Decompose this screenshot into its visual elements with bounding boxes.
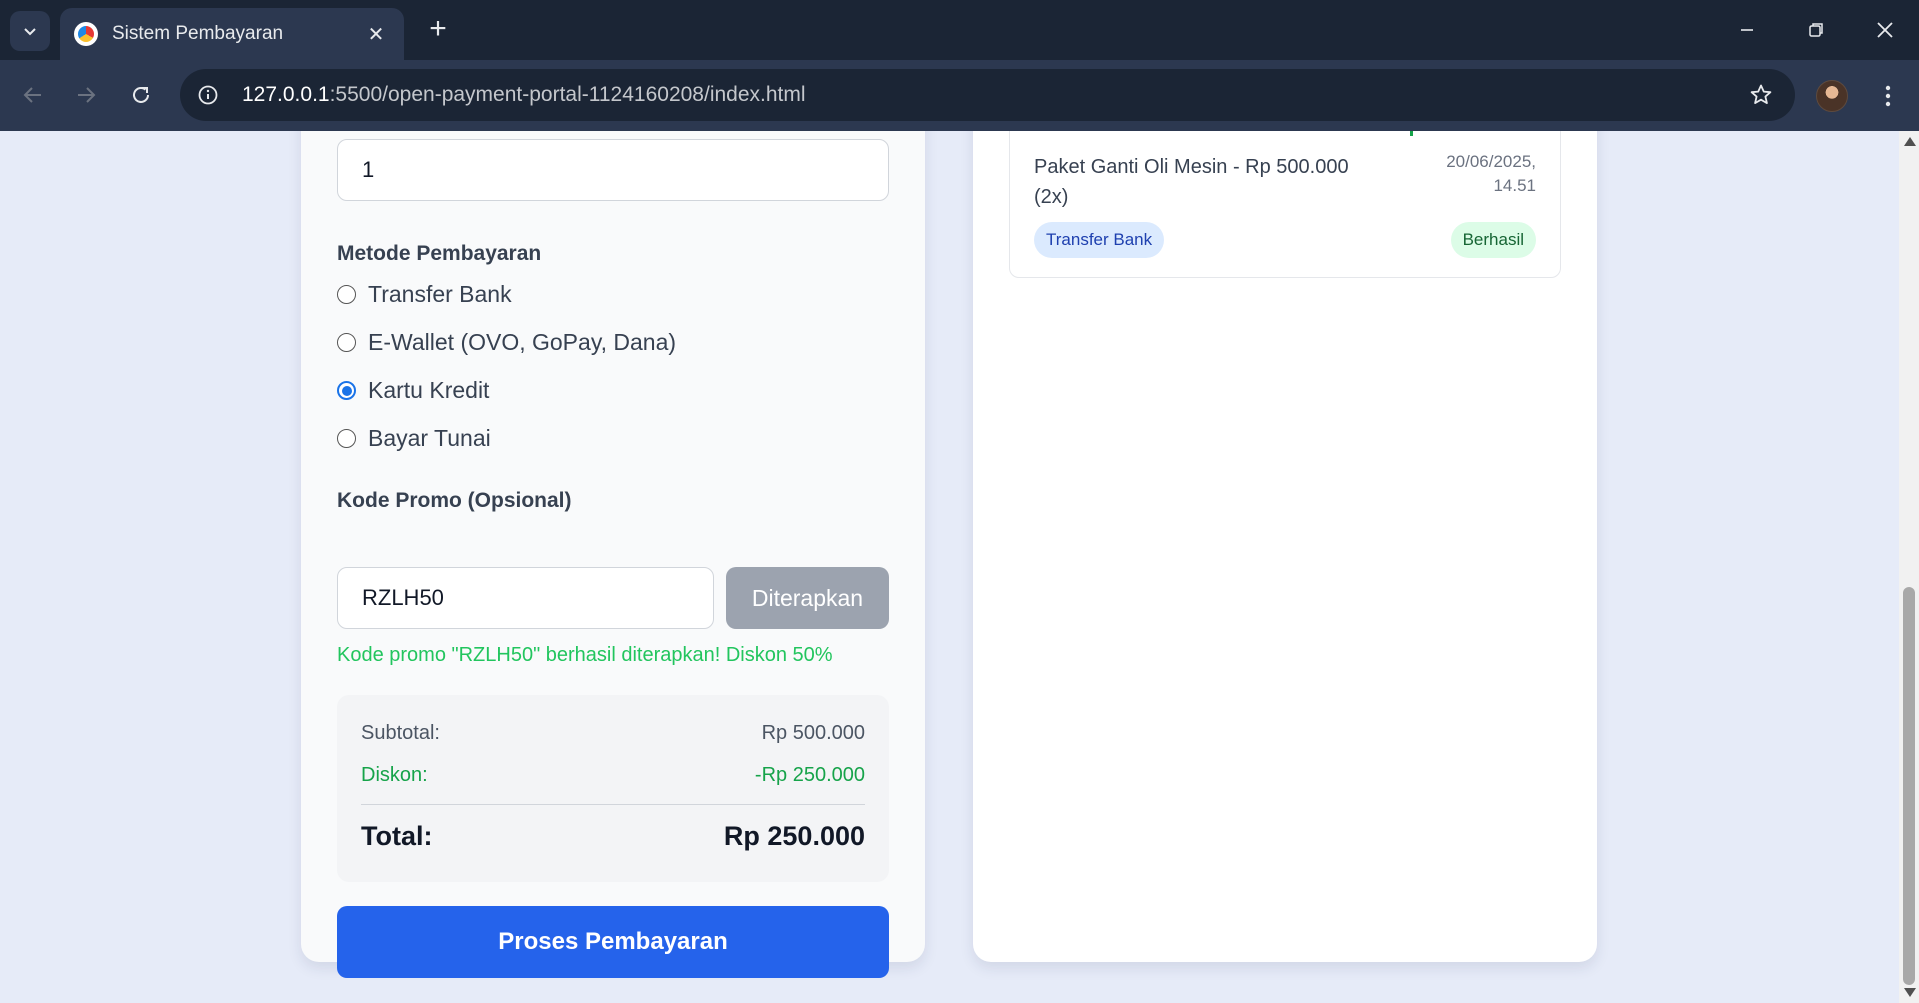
browser-tab[interactable]: Sistem Pembayaran ✕ xyxy=(60,8,404,60)
transaction-name: Paket Ganti Oli Mesin - Rp 500.000 (2x) xyxy=(1034,156,1349,208)
order-summary: Subtotal: Rp 500.000 Diskon: -Rp 250.000… xyxy=(337,695,889,882)
total-label: Total: xyxy=(361,821,433,851)
subtotal-row: Subtotal: Rp 500.000 xyxy=(361,722,865,745)
total-row: Total: Rp 250.000 xyxy=(361,821,865,852)
reload-icon xyxy=(133,86,149,103)
payment-option-ewallet[interactable]: E-Wallet (OVO, GoPay, Dana) xyxy=(337,329,676,356)
tab-search-button[interactable] xyxy=(10,11,50,51)
quantity-input[interactable]: 1 xyxy=(337,139,889,201)
payment-method-label: Metode Pembayaran xyxy=(337,242,542,265)
discount-label: Diskon: xyxy=(361,764,428,786)
minimize-button[interactable] xyxy=(1724,10,1770,50)
close-window-button[interactable] xyxy=(1862,10,1908,50)
tab-close-icon[interactable]: ✕ xyxy=(362,22,390,47)
promo-code-input[interactable]: RZLH50 xyxy=(337,567,714,629)
payment-method-badge: Transfer Bank xyxy=(1034,222,1165,258)
status-badge: Berhasil xyxy=(1450,222,1536,258)
browser-tab-bar: Sistem Pembayaran ✕ + xyxy=(0,0,1919,60)
process-payment-button[interactable]: Proses Pembayaran xyxy=(337,906,889,978)
payment-option-label: E-Wallet (OVO, GoPay, Dana) xyxy=(368,329,677,355)
payment-option-label: Kartu Kredit xyxy=(368,377,490,403)
restore-button[interactable] xyxy=(1793,10,1839,50)
favicon-icon xyxy=(74,22,98,46)
chevron-down-icon xyxy=(24,28,36,36)
scroll-up-arrow-icon[interactable] xyxy=(1904,137,1916,146)
restore-icon xyxy=(1809,23,1823,37)
browser-toolbar: 127.0.0.1:5500/open-payment-portal-11241… xyxy=(0,60,1919,131)
promo-code-label: Kode Promo (Opsional) xyxy=(337,489,572,512)
radio-button[interactable] xyxy=(337,285,356,304)
forward-button[interactable] xyxy=(66,75,106,115)
address-bar[interactable]: 127.0.0.1:5500/open-payment-portal-11241… xyxy=(180,69,1795,121)
scrollbar-thumb[interactable] xyxy=(1903,587,1915,985)
subtotal-label: Subtotal: xyxy=(361,722,440,744)
minimize-icon xyxy=(1741,29,1753,31)
page-scrollbar[interactable] xyxy=(1899,131,1919,1003)
back-button[interactable] xyxy=(13,75,53,115)
tab-title: Sistem Pembayaran xyxy=(112,23,284,44)
arrow-right-icon xyxy=(78,87,96,103)
payment-option-transfer-bank[interactable]: Transfer Bank xyxy=(337,281,512,308)
transaction-history-card: Paket Ganti Oli Mesin - Rp 500.000 (2x) … xyxy=(973,131,1597,962)
payment-form-card: 1 Metode Pembayaran Transfer Bank E-Wall… xyxy=(301,131,925,978)
transaction-date: 20/06/2025, 14.51 xyxy=(1406,150,1536,198)
close-icon xyxy=(1877,22,1893,38)
kebab-menu-icon xyxy=(1885,85,1891,107)
site-info-icon[interactable] xyxy=(188,75,228,115)
url-host: 127.0.0.1 xyxy=(242,83,330,106)
url-text: 127.0.0.1:5500/open-payment-portal-11241… xyxy=(242,83,1741,107)
summary-divider xyxy=(361,804,865,805)
subtotal-value: Rp 500.000 xyxy=(761,722,865,744)
discount-value: -Rp 250.000 xyxy=(754,764,865,786)
payment-option-label: Transfer Bank xyxy=(368,281,512,307)
payment-option-cash[interactable]: Bayar Tunai xyxy=(337,425,491,452)
apply-promo-button[interactable]: Diterapkan xyxy=(726,567,889,629)
payment-option-credit-card[interactable]: Kartu Kredit xyxy=(337,377,489,404)
discount-row: Diskon: -Rp 250.000 xyxy=(361,764,865,787)
profile-avatar[interactable] xyxy=(1816,80,1848,112)
scroll-down-arrow-icon[interactable] xyxy=(1904,988,1916,997)
radio-button-selected[interactable] xyxy=(337,381,356,400)
radio-button[interactable] xyxy=(337,429,356,448)
page-viewport: 1 Metode Pembayaran Transfer Bank E-Wall… xyxy=(0,131,1899,1003)
radio-button[interactable] xyxy=(337,333,356,352)
transaction-date-line1: 20/06/2025, xyxy=(1446,152,1536,171)
transaction-item: Paket Ganti Oli Mesin - Rp 500.000 (2x) … xyxy=(1009,131,1561,278)
browser-menu-button[interactable] xyxy=(1872,78,1904,114)
history-accent-bar xyxy=(1410,131,1413,136)
total-value: Rp 250.000 xyxy=(723,821,865,851)
transaction-date-line2: 14.51 xyxy=(1493,176,1536,195)
arrow-left-icon xyxy=(23,87,41,103)
payment-option-label: Bayar Tunai xyxy=(368,425,491,451)
promo-success-message: Kode promo "RZLH50" berhasil diterapkan!… xyxy=(337,644,833,666)
new-tab-button[interactable]: + xyxy=(422,14,454,46)
reload-button[interactable] xyxy=(121,75,161,115)
bookmark-star-icon[interactable] xyxy=(1741,75,1781,115)
url-path: :5500/open-payment-portal-1124160208/ind… xyxy=(329,83,806,106)
